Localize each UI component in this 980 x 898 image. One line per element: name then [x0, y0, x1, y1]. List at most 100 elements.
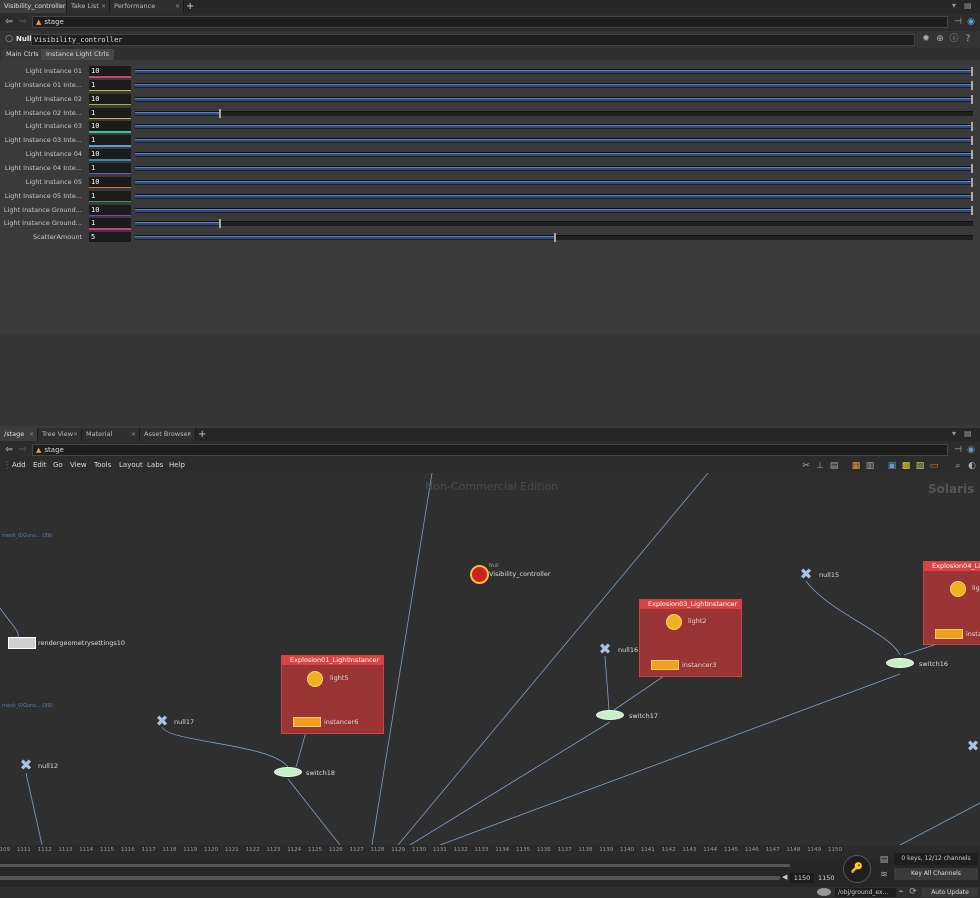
status-path[interactable]: /obj/ground_ex... — [835, 888, 896, 897]
null-node-icon[interactable]: ✖ — [153, 714, 171, 729]
table-icon[interactable]: ▥ — [864, 460, 876, 472]
param-value-field[interactable]: 1 — [89, 162, 131, 173]
network-box-explosion03[interactable]: Explosion03_LightInstancer light2 instan… — [639, 599, 742, 677]
param-slider[interactable] — [135, 191, 973, 201]
param-value-field[interactable]: 10 — [89, 176, 131, 187]
param-slider[interactable] — [135, 150, 973, 160]
instancer-node-icon[interactable] — [935, 629, 963, 639]
link-icon[interactable]: ◉ — [965, 16, 977, 28]
network-box-icon[interactable]: ▭ — [928, 460, 940, 472]
rendergeometrysettings-node[interactable] — [8, 637, 36, 649]
tab-visibility-controller[interactable]: Visibility_controller ✕ — [0, 0, 67, 13]
path-field[interactable]: ▲ stage — [32, 16, 948, 28]
tab-material-palette[interactable]: Material Palette✕ — [82, 428, 140, 451]
info-icon[interactable]: ⓘ — [948, 33, 960, 45]
null-node-icon[interactable]: ✖ — [596, 642, 614, 657]
switch-node-icon[interactable] — [274, 767, 302, 777]
node-name-field[interactable]: Visibility_controller — [31, 34, 915, 46]
channel-icon[interactable]: ▤ — [878, 854, 890, 866]
menu-help[interactable]: Help — [169, 461, 185, 469]
network-editor[interactable]: Non-Commercial Edition Solaris mesh_0/Gu… — [0, 473, 980, 845]
menu-tools[interactable]: Tools — [94, 461, 111, 469]
param-value-field[interactable]: 1 — [89, 218, 131, 229]
slider-handle[interactable] — [218, 219, 221, 229]
close-icon[interactable]: ✕ — [73, 428, 78, 441]
back-icon[interactable]: ⇦ — [3, 16, 15, 28]
menu-labs[interactable]: Labs — [147, 461, 163, 469]
cook-icon[interactable]: ⟳ — [907, 886, 919, 898]
zoom-icon[interactable]: ⊕ — [934, 33, 946, 45]
param-value-field[interactable]: 1 — [89, 190, 131, 201]
pin-icon[interactable]: ▾ — [952, 429, 956, 438]
tab-take-list[interactable]: Take List ✕ — [67, 0, 110, 13]
timeline-ruler[interactable]: 1109 1111 1112 1113 1114 1115 1116 1117 1118 1119… — [0, 845, 980, 859]
slider-handle[interactable] — [971, 163, 973, 173]
range-slider[interactable] — [0, 876, 780, 880]
search-icon[interactable]: ○ — [3, 33, 15, 45]
tree-icon[interactable]: ⊥ — [814, 460, 826, 472]
close-icon[interactable]: ✕ — [175, 0, 180, 13]
tab-instance-light-ctrls[interactable]: Instance Light Ctrls — [41, 49, 114, 60]
network-box-explosion04[interactable]: Explosion04_Ligh lig instanc — [923, 561, 980, 645]
light-node-icon[interactable] — [666, 614, 682, 630]
close-icon[interactable]: ✕ — [58, 0, 63, 13]
slider-handle[interactable] — [971, 136, 973, 146]
search-icon[interactable]: ⌕ — [952, 460, 964, 472]
network-box-explosion01[interactable]: Explosion01_LightInstancer light5 instan… — [281, 655, 384, 734]
param-value-field[interactable]: 1 — [89, 135, 131, 146]
pin-icon[interactable]: ⊣ — [952, 16, 964, 28]
param-value-field[interactable]: 1 — [89, 107, 131, 118]
close-icon[interactable]: ✕ — [101, 0, 106, 13]
pane-menu-icon[interactable]: ▤ — [964, 429, 972, 438]
slider-handle[interactable] — [971, 122, 973, 132]
network-path-field[interactable]: ▲ stage — [32, 444, 948, 456]
pin-icon[interactable]: ⊣ — [952, 444, 964, 456]
param-value-field[interactable]: 10 — [89, 121, 131, 132]
slider-handle[interactable] — [971, 67, 973, 76]
switch-node-icon[interactable] — [886, 658, 914, 668]
param-slider[interactable] — [135, 163, 973, 173]
render-icon[interactable]: ⌁ — [895, 886, 907, 898]
menu-view[interactable]: View — [70, 461, 87, 469]
slider-handle[interactable] — [971, 205, 973, 215]
null-node-icon[interactable]: ✖ — [964, 739, 980, 754]
forward-icon[interactable]: ⇨ — [17, 444, 29, 456]
grid-icon[interactable]: ▦ — [850, 460, 862, 472]
slider-handle[interactable] — [971, 191, 973, 201]
menu-add[interactable]: Add — [12, 461, 26, 469]
slider-handle[interactable] — [971, 177, 973, 187]
tab-asset-browser[interactable]: Asset Browser ✕ — [140, 428, 196, 441]
tab-main-ctrls[interactable]: Main Ctrls — [1, 49, 44, 60]
param-value-field[interactable]: 1 — [89, 79, 131, 90]
graph-icon[interactable]: ≋ — [878, 869, 890, 881]
key-icon[interactable]: 🔑 — [843, 855, 871, 883]
forward-icon[interactable]: ⇨ — [17, 16, 29, 28]
slider-handle[interactable] — [971, 80, 973, 90]
param-slider[interactable] — [135, 205, 973, 215]
tab-stage[interactable]: /stage ✕ — [0, 428, 38, 441]
tab-tree-view[interactable]: Tree View ✕ — [38, 428, 82, 441]
param-slider[interactable] — [135, 136, 973, 146]
param-slider[interactable] — [135, 108, 973, 118]
param-value-field[interactable]: 10 — [89, 204, 131, 215]
image-icon[interactable]: ▣ — [886, 460, 898, 472]
link-icon[interactable]: ◉ — [965, 444, 977, 456]
key-all-channels-button[interactable]: Key All Channels — [894, 868, 978, 880]
close-icon[interactable]: ✕ — [131, 428, 136, 441]
slider-handle[interactable] — [554, 233, 556, 243]
menu-edit[interactable]: Edit — [33, 461, 47, 469]
help-icon[interactable]: ? — [962, 33, 974, 45]
param-slider[interactable] — [135, 80, 973, 90]
menu-go[interactable]: Go — [53, 461, 63, 469]
close-icon[interactable]: ✕ — [29, 428, 34, 441]
param-value-field[interactable]: 10 — [89, 66, 131, 76]
auto-update-button[interactable]: Auto Update — [922, 888, 978, 897]
end-frame-field[interactable]: 1150 — [790, 873, 814, 883]
switch-node-icon[interactable] — [596, 710, 624, 720]
param-value-field[interactable]: 10 — [89, 149, 131, 160]
menu-layout[interactable]: Layout — [119, 461, 143, 469]
visibility-icon[interactable]: ◐ — [966, 460, 978, 472]
sticky-note-icon[interactable]: ▩ — [900, 460, 912, 472]
instancer-node-icon[interactable] — [293, 717, 321, 727]
null-node-controller[interactable] — [470, 565, 489, 584]
